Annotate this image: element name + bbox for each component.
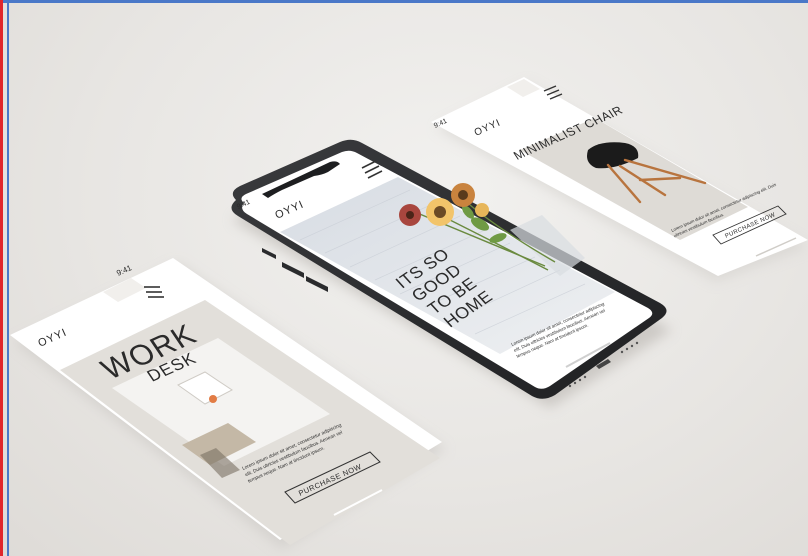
- mockup-illustration: 9:41 OYYI WORK DESK Lorem ipsum dolor si…: [10, 77, 808, 549]
- mockup-scene: 9:41 OYYI WORK DESK Lorem ipsum dolor si…: [0, 0, 808, 556]
- status-time-left: 9:41: [115, 263, 133, 278]
